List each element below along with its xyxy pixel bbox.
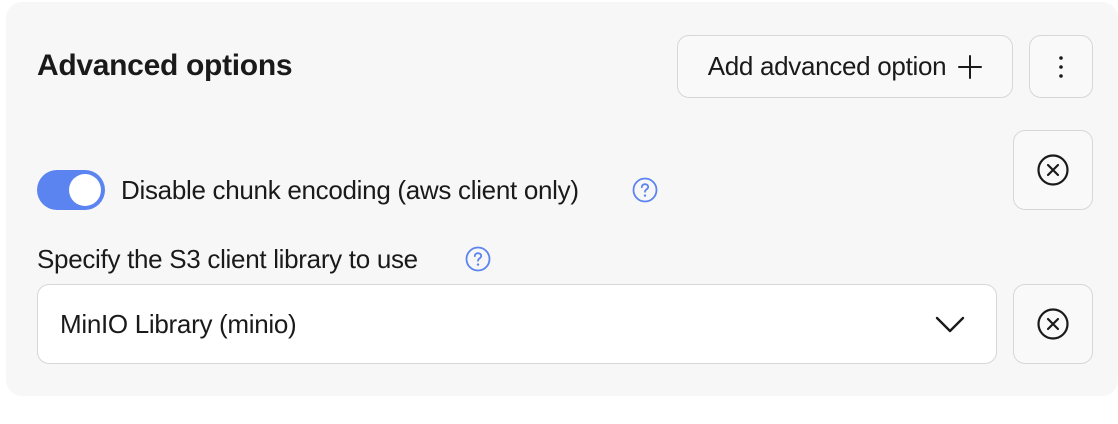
client-library-select[interactable]: MinIO Library (minio) bbox=[37, 284, 997, 364]
remove-client-library-button[interactable] bbox=[1013, 284, 1093, 364]
add-advanced-option-label: Add advanced option bbox=[707, 51, 947, 81]
question-circle-icon[interactable] bbox=[632, 177, 658, 203]
more-options-button[interactable] bbox=[1029, 35, 1093, 98]
client-library-selected-value: MinIO Library (minio) bbox=[60, 309, 297, 339]
remove-chunk-encoding-button[interactable] bbox=[1013, 130, 1093, 210]
vertical-ellipsis-icon bbox=[1059, 55, 1063, 78]
question-circle-icon[interactable] bbox=[465, 246, 491, 272]
client-library-label: Specify the S3 client library to use bbox=[37, 244, 418, 274]
close-circle-icon bbox=[1037, 308, 1069, 340]
plus-icon bbox=[958, 54, 983, 79]
section-title: Advanced options bbox=[37, 49, 293, 82]
toggle-knob bbox=[69, 174, 101, 206]
add-advanced-option-button[interactable]: Add advanced option bbox=[677, 35, 1013, 98]
disable-chunk-encoding-label: Disable chunk encoding (aws client only) bbox=[121, 175, 579, 205]
close-circle-icon bbox=[1037, 154, 1069, 186]
chevron-down-icon bbox=[935, 316, 965, 333]
disable-chunk-encoding-toggle[interactable] bbox=[37, 170, 105, 210]
